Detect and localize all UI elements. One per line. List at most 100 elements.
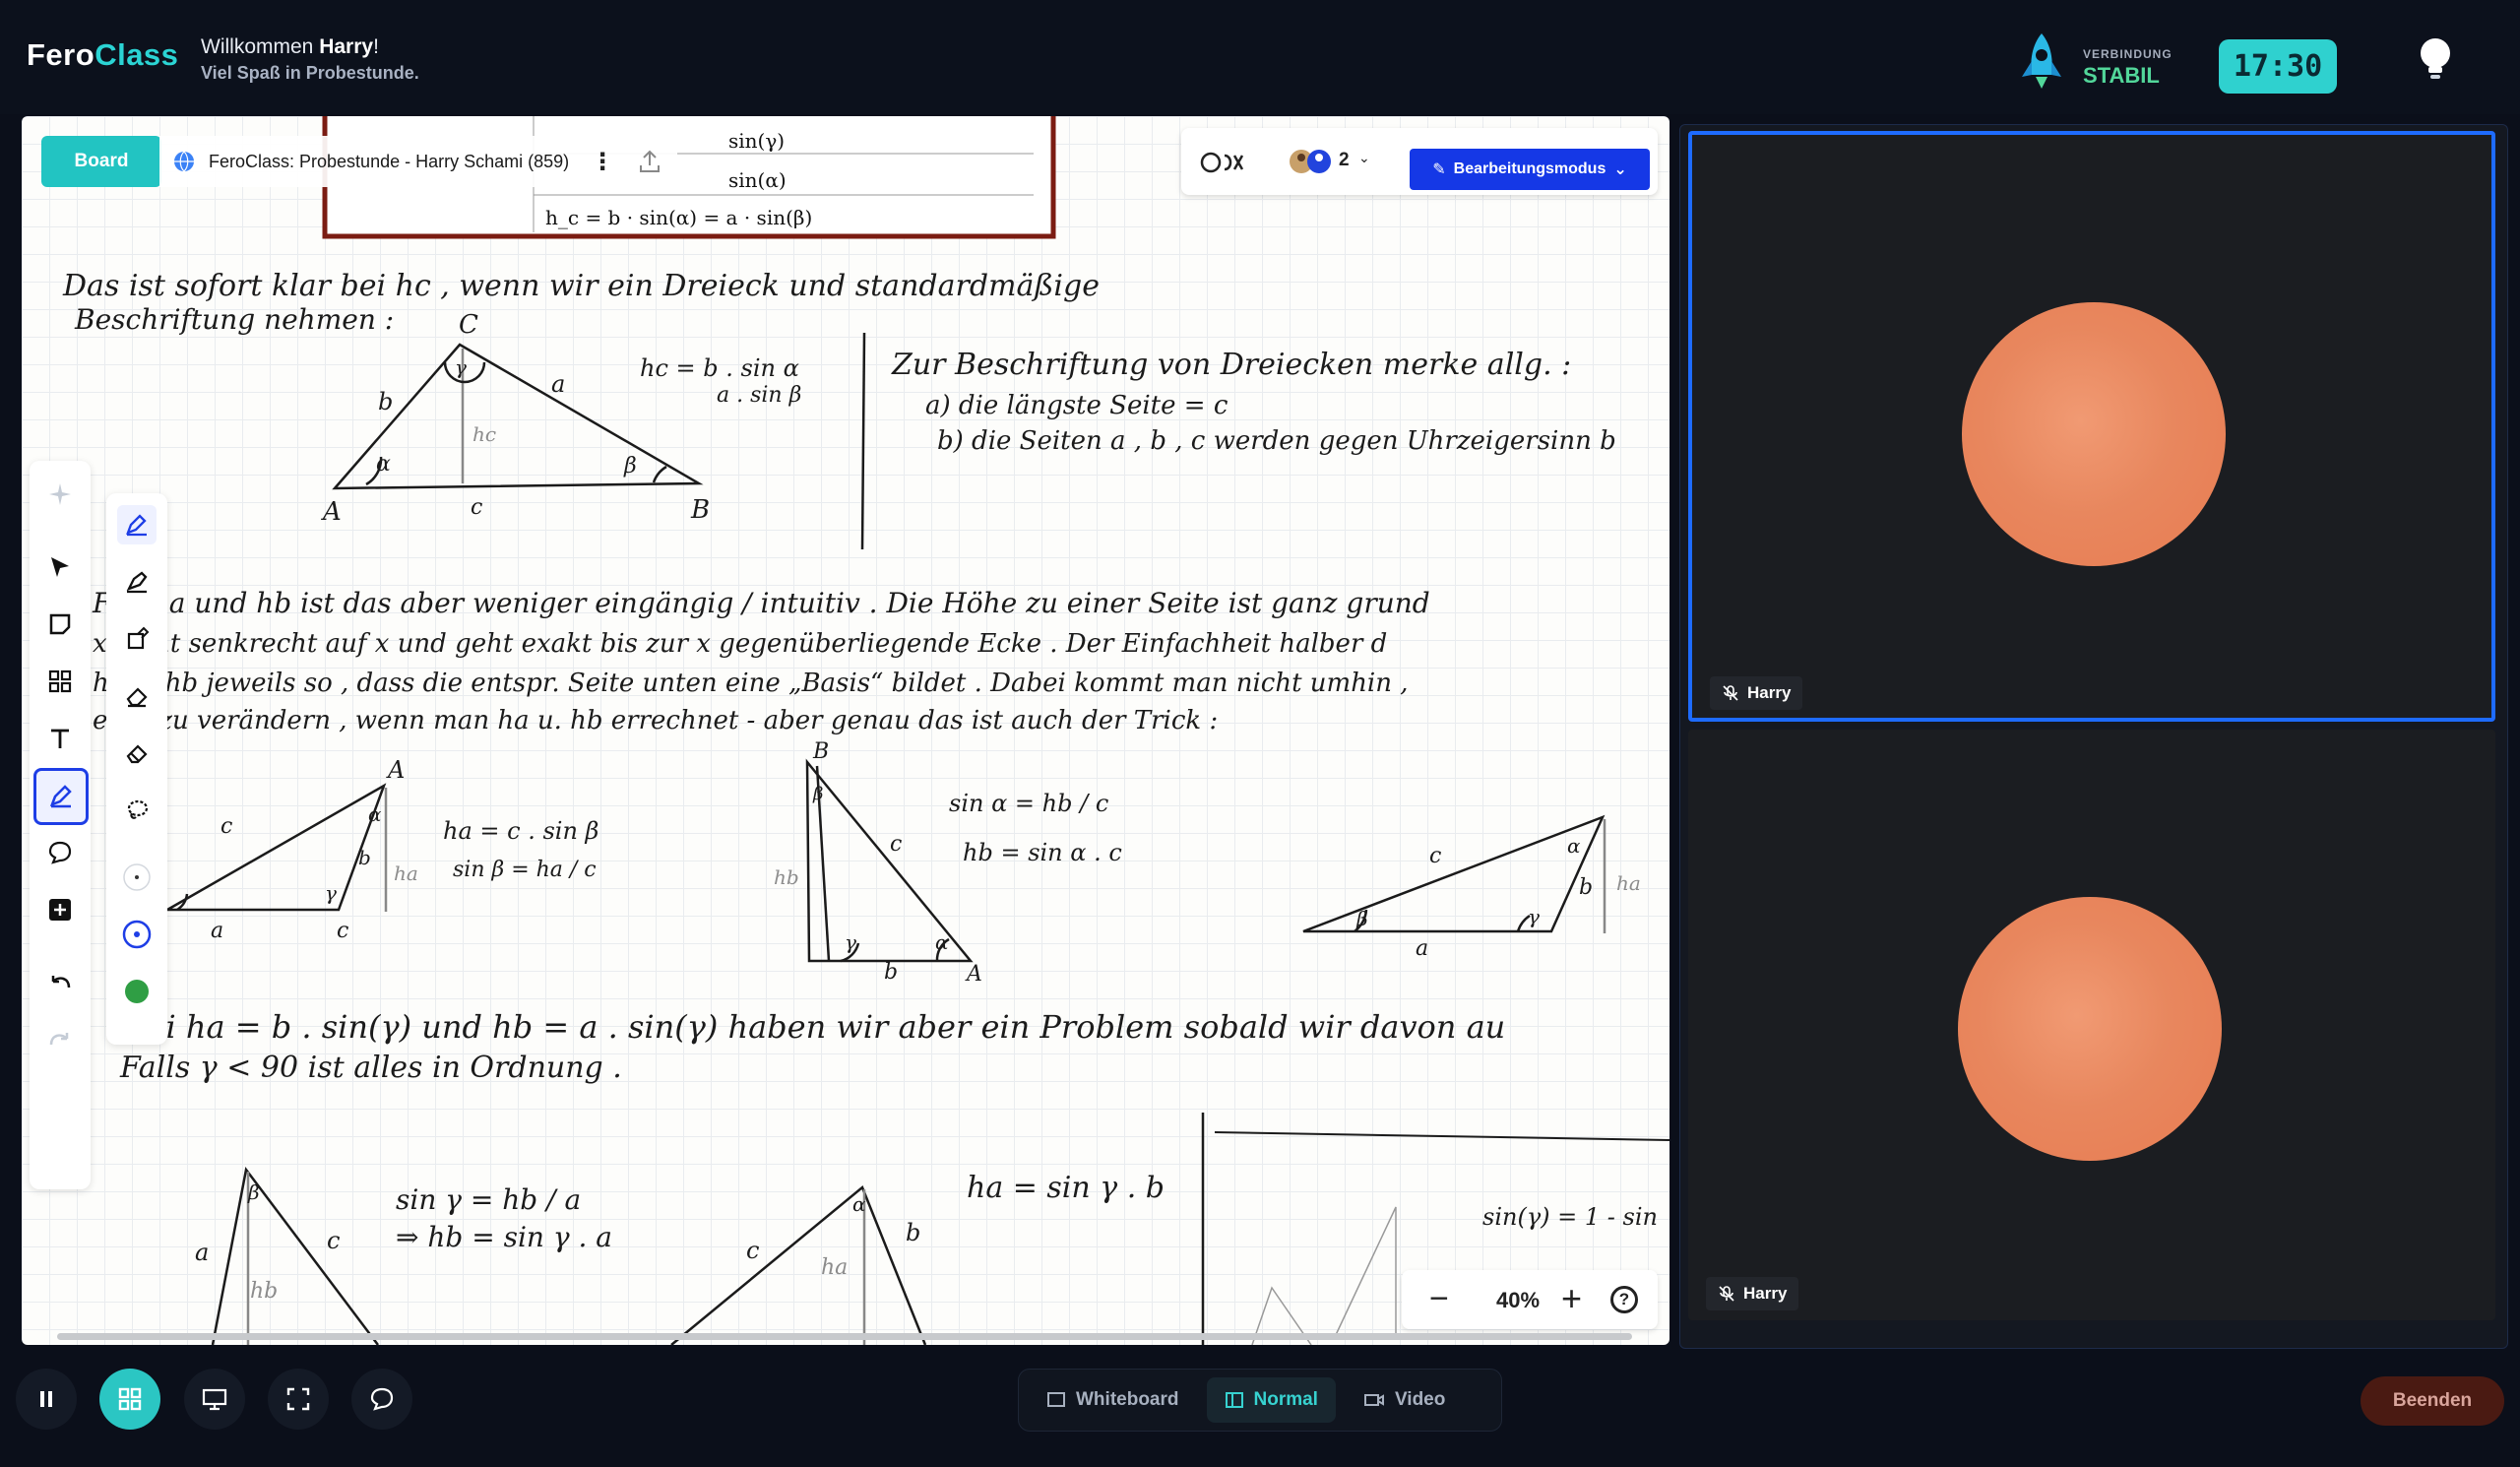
text-tool-icon[interactable] [40, 719, 80, 758]
label-B-3: B [812, 739, 829, 764]
help-icon[interactable]: ? [1610, 1286, 1638, 1313]
connection-label: VERBINDUNG [2083, 47, 2173, 61]
fullscreen-button[interactable] [268, 1369, 329, 1430]
participant-name-1: Harry [1747, 683, 1792, 702]
grid-icon [118, 1387, 142, 1411]
edit-mode-button[interactable]: ✎ Bearbeitungsmodus ⌄ [1410, 149, 1650, 190]
pen-tool-icon[interactable] [33, 768, 89, 825]
label-ha-2: ha [394, 861, 418, 885]
redo-icon[interactable] [40, 1022, 80, 1061]
note-line-7: Bei ha = b . sin(γ) und hb = a . sin(γ) … [123, 1008, 1505, 1046]
color-green-icon[interactable] [117, 972, 157, 1011]
zoom-out-button[interactable]: − [1429, 1280, 1449, 1318]
zoom-in-button[interactable]: + [1561, 1278, 1582, 1319]
note-rule-a: a) die längste Seite = c [925, 391, 1228, 420]
stroke-medium-icon[interactable] [117, 915, 157, 954]
undo-icon[interactable] [40, 965, 80, 1004]
formula-hb-3: hb = sin α . c [963, 839, 1122, 866]
grid-view-button[interactable] [99, 1369, 160, 1430]
app-logo: FeroClass [27, 37, 178, 73]
participants-avatars[interactable] [1290, 147, 1333, 176]
formula-ha-2: sin β = ha / c [453, 858, 597, 882]
stroke-thin-icon[interactable] [117, 858, 157, 897]
small-sketch [1251, 1206, 1397, 1345]
label-hb-5: hb [250, 1279, 278, 1304]
label-alpha-2: α [368, 802, 382, 826]
logo-part-1: Fero [27, 37, 95, 72]
lasso-icon[interactable] [117, 791, 157, 830]
video-tile-1[interactable]: Harry [1688, 131, 2495, 722]
shape-pen-icon[interactable] [117, 619, 157, 659]
ai-sparkle-icon[interactable] [40, 475, 80, 514]
eraser-stroke-icon[interactable] [117, 734, 157, 773]
screen-share-icon [202, 1388, 227, 1411]
pen-options-toolbar [106, 493, 167, 1045]
lightbulb-icon[interactable] [2416, 37, 2455, 83]
label-beta-3: β [812, 784, 823, 804]
divider-line-1 [860, 332, 866, 550]
label-a-5: a [195, 1239, 209, 1266]
note-line-2: Beschriftung nehmen : [74, 303, 394, 336]
label-C-1: C [459, 310, 478, 340]
comment-icon[interactable] [40, 833, 80, 872]
mode-normal[interactable]: Normal [1206, 1377, 1336, 1423]
note-beschriftung: Zur Beschriftung von Dreiecken merke all… [891, 348, 1571, 382]
label-c-2b: c [337, 919, 348, 943]
welcome-suffix: ! [373, 35, 379, 58]
label-a-4: a [1416, 936, 1428, 961]
label-alpha-6: α [852, 1192, 866, 1216]
welcome-name: Harry [319, 35, 374, 58]
select-cursor-icon[interactable] [40, 547, 80, 587]
upload-icon[interactable] [636, 148, 663, 175]
label-a-1: a [551, 370, 565, 398]
more-options-icon[interactable]: ⋮ [583, 148, 622, 176]
add-icon[interactable] [40, 890, 80, 929]
label-alpha-1: α [376, 452, 391, 477]
horizontal-scrollbar[interactable] [57, 1333, 1632, 1340]
formula-line-3: h_c = b · sin(α) = a · sin(β) [545, 206, 812, 229]
mode-video[interactable]: Video [1346, 1377, 1463, 1423]
label-b-4: b [1579, 875, 1593, 900]
board-chip[interactable]: Board [41, 136, 161, 187]
welcome-subtitle: Viel Spaß in Probestunde. [201, 63, 419, 83]
label-gamma-1: γ [455, 355, 467, 379]
templates-icon[interactable] [40, 662, 80, 701]
board-title-bar: FeroClass: Probestunde - Harry Schami (8… [159, 136, 678, 187]
label-c-4: c [1429, 844, 1441, 868]
highlighter-icon[interactable] [117, 562, 157, 602]
chevron-down-icon[interactable]: ⌄ [1358, 150, 1370, 166]
note-line-1: Das ist sofort klar bei hc , wenn wir ei… [62, 269, 1100, 303]
formula-ha-6: ha = sin γ . b [967, 1171, 1165, 1205]
chat-button[interactable] [351, 1369, 412, 1430]
label-c-3: c [890, 832, 902, 857]
label-a-2: a [211, 919, 223, 943]
mode-whiteboard-label: Whiteboard [1076, 1389, 1179, 1410]
pause-button[interactable] [16, 1369, 77, 1430]
mode-whiteboard[interactable]: Whiteboard [1029, 1377, 1197, 1423]
rocket-icon [2022, 33, 2061, 89]
label-beta-5: β [247, 1180, 260, 1204]
pen-icon[interactable] [117, 505, 157, 544]
eraser-icon[interactable] [117, 676, 157, 716]
formula-sin-gamma: sin γ = hb / a [396, 1183, 581, 1216]
mode-chevron-icon: ⌄ [1613, 161, 1627, 178]
session-timer: 17:30 [2219, 39, 2337, 94]
participants-count: 2 [1339, 150, 1350, 170]
sticky-note-icon[interactable] [40, 605, 80, 644]
screen-share-button[interactable] [184, 1369, 245, 1430]
pencil-icon: ✎ [1432, 161, 1446, 178]
normal-view-icon [1225, 1392, 1243, 1408]
triangle-diagram-4 [1302, 814, 1606, 933]
collaboration-icon[interactable] [1199, 148, 1254, 177]
label-b-1: b [378, 388, 393, 415]
video-tile-2[interactable]: Harry [1688, 730, 2495, 1320]
pause-icon [40, 1391, 52, 1407]
formula-sin-gamma-2: sin(γ) = 1 - sin [1482, 1203, 1658, 1231]
handwriting-layer: sin(γ) sin(α) h_c = b · sin(α) = a · sin… [62, 116, 1670, 1345]
whiteboard-canvas[interactable]: sin(γ) sin(α) h_c = b · sin(α) = a · sin… [22, 116, 1670, 1345]
end-session-button[interactable]: Beenden [2361, 1376, 2504, 1426]
mic-muted-icon [1719, 1286, 1734, 1302]
label-hc-1: hc [472, 422, 496, 446]
label-alpha-4: α [1567, 834, 1581, 858]
whiteboard-icon [1047, 1392, 1065, 1407]
